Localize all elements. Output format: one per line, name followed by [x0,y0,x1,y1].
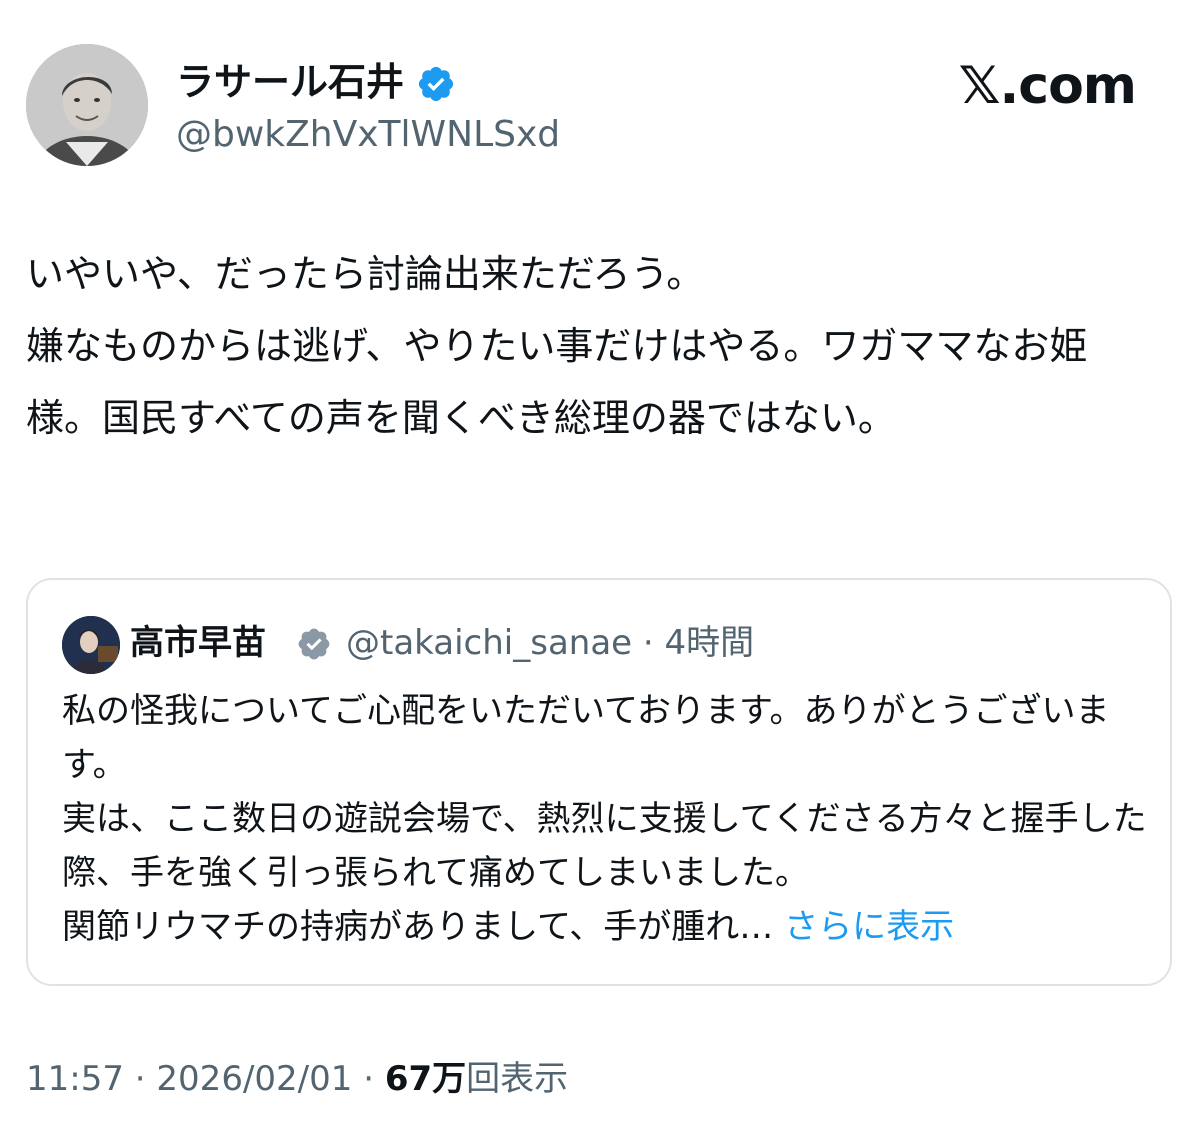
tweet-text: いやいや、だったら討論出来ただろう。 嫌なものからは逃げ、やりたい事だけはやる。… [26,252,1088,440]
tweet-time[interactable]: 11:57 [26,1059,124,1099]
views-count[interactable]: 67万 [385,1059,466,1099]
quoted-author-display-name[interactable]: 高市早苗 [130,620,266,666]
tweet-date[interactable]: 2026/02/01 [156,1059,352,1099]
quoted-author-avatar[interactable] [62,616,120,674]
profile-photo-icon [62,616,120,674]
footer-separator: · [123,1059,157,1099]
tweet-screenshot: ラサール石井 @bwkZhVxTlWNLSxd 𝕏.com いやいや、だったら討… [0,0,1200,1125]
author-display-name[interactable]: ラサール石井 [176,58,404,106]
x-logo-icon: 𝕏.com [958,56,1137,116]
author-handle[interactable]: @bwkZhVxTlWNLSxd [176,112,560,158]
quoted-tweet-text: 私の怪我についてご心配をいただいております。ありがとうございます。 実は、ここ数… [62,684,1152,954]
verified-badge-icon [298,628,330,660]
quoted-tweet-card[interactable]: 高市早苗 @takaichi_sanae · 4時間 私の怪我についてご心配をい… [26,578,1172,986]
quoted-tweet-body-text: 私の怪我についてご心配をいただいております。ありがとうございます。 実は、ここ数… [62,691,1147,947]
footer-separator-2: · [352,1059,385,1099]
quoted-tweet-meta: @takaichi_sanae · 4時間 [346,620,754,666]
profile-photo-icon [26,44,148,166]
author-avatar[interactable] [26,44,148,166]
views-label: 回表示 [466,1059,569,1099]
tweet-footer: 11:57 · 2026/02/01 · 67万回表示 [26,1056,568,1102]
show-more-link[interactable]: さらに表示 [784,907,954,947]
verified-badge-icon [418,66,454,102]
quoted-tweet-time[interactable]: 4時間 [665,623,755,663]
quoted-author-handle[interactable]: @takaichi_sanae [346,623,632,663]
meta-separator: · [632,623,665,663]
